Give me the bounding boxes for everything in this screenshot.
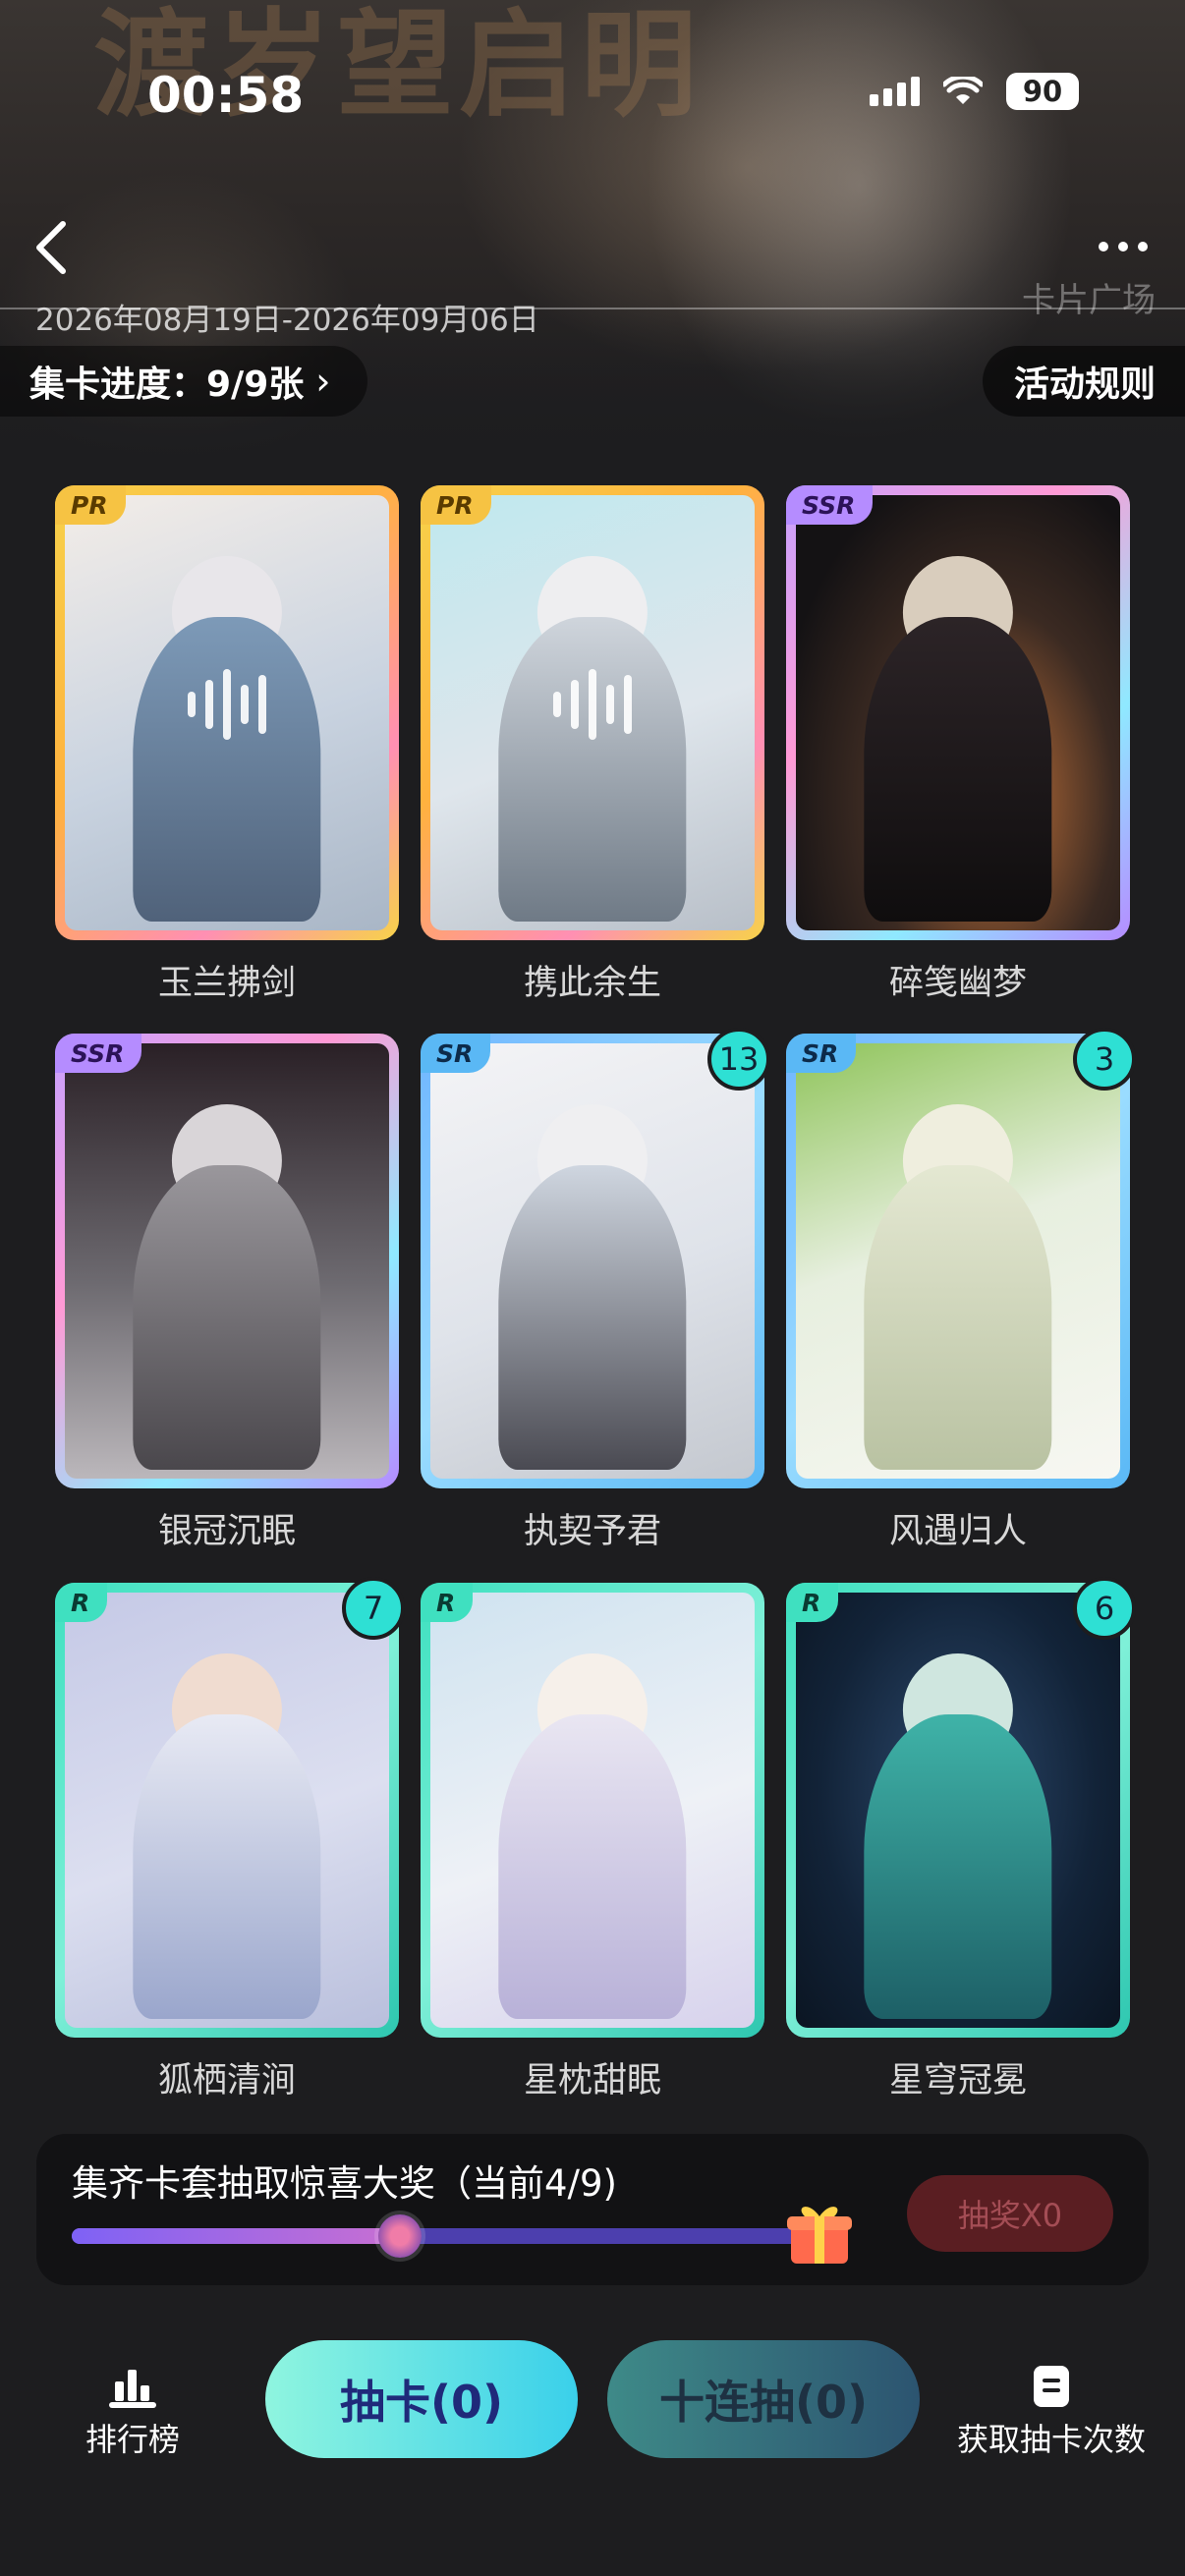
gift-icon [787, 2207, 852, 2264]
wifi-icon [943, 77, 983, 104]
card-artwork [430, 1043, 755, 1479]
artwork-figure [864, 1714, 1052, 2020]
card-frame [786, 485, 1130, 940]
watermark-icon [188, 669, 266, 741]
artwork-figure [133, 1165, 321, 1471]
card-name: 碎笺幽梦 [888, 964, 1027, 1003]
reward-progress-bar [72, 2214, 818, 2258]
card-name: 狐栖清涧 [157, 2061, 296, 2100]
rarity-badge: SSR [786, 485, 874, 525]
card-item[interactable]: PR 携此余生 [421, 485, 764, 1003]
rarity-badge: R [55, 1583, 108, 1622]
card-item[interactable]: R 星枕甜眠 [421, 1583, 764, 2100]
card-item[interactable]: R 6 星穹冠冕 [786, 1577, 1136, 2100]
card-artwork [796, 495, 1120, 930]
card-count-badge: 7 [342, 1577, 405, 1640]
collection-progress-label: 集卡进度：9/9张 [29, 364, 305, 405]
rarity-badge: R [421, 1583, 474, 1622]
artwork-figure [133, 1714, 321, 2020]
card-item[interactable]: SSR 碎笺幽梦 [786, 485, 1130, 1003]
artwork-figure [133, 617, 321, 923]
status-time: 00:58 [147, 67, 305, 124]
artwork-figure [498, 1714, 687, 2020]
document-icon [1034, 2366, 1069, 2407]
leaderboard-label: 排行榜 [85, 2421, 180, 2458]
ten-draw-button[interactable]: 十连抽(0) [607, 2340, 920, 2458]
rarity-badge: SR [786, 1034, 857, 1073]
lottery-button[interactable]: 抽奖X0 [907, 2175, 1113, 2252]
card-count-badge: 3 [1073, 1028, 1136, 1091]
artwork-figure [864, 617, 1052, 923]
card-item[interactable]: R 7 狐栖清涧 [55, 1577, 405, 2100]
rarity-badge: R [786, 1583, 839, 1622]
more-horizontal-icon[interactable] [1099, 242, 1148, 252]
card-count-badge: 13 [707, 1028, 770, 1091]
card-artwork [430, 1593, 755, 2028]
activity-rules-button[interactable]: 活动规则 [982, 346, 1185, 417]
card-item[interactable]: SR 3 风遇归人 [786, 1028, 1136, 1551]
artwork-figure [498, 1165, 687, 1471]
card-artwork [65, 495, 389, 930]
reward-progress-panel: 集齐卡套抽取惊喜大奖（当前4/9) 抽奖X0 [36, 2134, 1149, 2285]
card-name: 星枕甜眠 [523, 2061, 661, 2100]
draw-card-button[interactable]: 抽卡(0) [265, 2340, 578, 2458]
rarity-badge: PR [55, 485, 126, 525]
card-item[interactable]: SSR 银冠沉眠 [55, 1034, 399, 1551]
watermark-icon [553, 669, 632, 741]
reward-progress-fill [72, 2228, 401, 2244]
card-frame [421, 1034, 764, 1488]
rarity-badge: PR [421, 485, 491, 525]
card-name: 执契予君 [523, 1512, 661, 1551]
card-frame [421, 485, 764, 940]
card-artwork [65, 1043, 389, 1479]
chevron-right-icon: › [315, 360, 331, 403]
card-count-badge: 6 [1073, 1577, 1136, 1640]
bar-chart-icon [109, 2370, 156, 2408]
card-artwork [430, 495, 755, 930]
card-artwork [796, 1043, 1120, 1479]
status-icons: 90 [870, 73, 1079, 110]
card-name: 携此余生 [523, 964, 661, 1003]
cellular-signal-icon [870, 77, 920, 106]
card-frame [786, 1034, 1130, 1488]
battery-icon: 90 [1006, 73, 1079, 110]
progress-knob [378, 2214, 423, 2258]
card-artwork [796, 1593, 1120, 2028]
card-frame [421, 1583, 764, 2038]
activity-rules-label: 活动规则 [1013, 364, 1156, 405]
hero-label: 卡片广场 [1022, 281, 1156, 320]
reward-title: 集齐卡套抽取惊喜大奖（当前4/9) [72, 2162, 617, 2205]
card-name: 星穹冠冕 [888, 2061, 1027, 2100]
rarity-badge: SSR [55, 1034, 142, 1073]
rarity-badge: SR [421, 1034, 491, 1073]
leaderboard-button[interactable]: 排行榜 [59, 2358, 206, 2460]
card-frame [55, 485, 399, 940]
artwork-figure [864, 1165, 1052, 1471]
divider [0, 308, 1185, 309]
card-frame [55, 1583, 399, 2038]
collection-progress-button[interactable]: 集卡进度：9/9张 › [0, 346, 368, 417]
card-item[interactable]: SR 13 执契予君 [421, 1028, 770, 1551]
get-draw-chances-button[interactable]: 获取抽卡次数 [943, 2358, 1159, 2460]
date-range: 2026年08月19日-2026年09月06日 [35, 303, 539, 338]
chevron-left-icon[interactable] [29, 218, 73, 277]
card-name: 风遇归人 [888, 1512, 1027, 1551]
get-draw-chances-label: 获取抽卡次数 [956, 2421, 1146, 2458]
card-frame [786, 1583, 1130, 2038]
card-frame [55, 1034, 399, 1488]
card-name: 银冠沉眠 [157, 1512, 296, 1551]
card-name: 玉兰拂剑 [157, 964, 296, 1003]
artwork-figure [498, 617, 687, 923]
card-item[interactable]: PR 玉兰拂剑 [55, 485, 399, 1003]
card-artwork [65, 1593, 389, 2028]
